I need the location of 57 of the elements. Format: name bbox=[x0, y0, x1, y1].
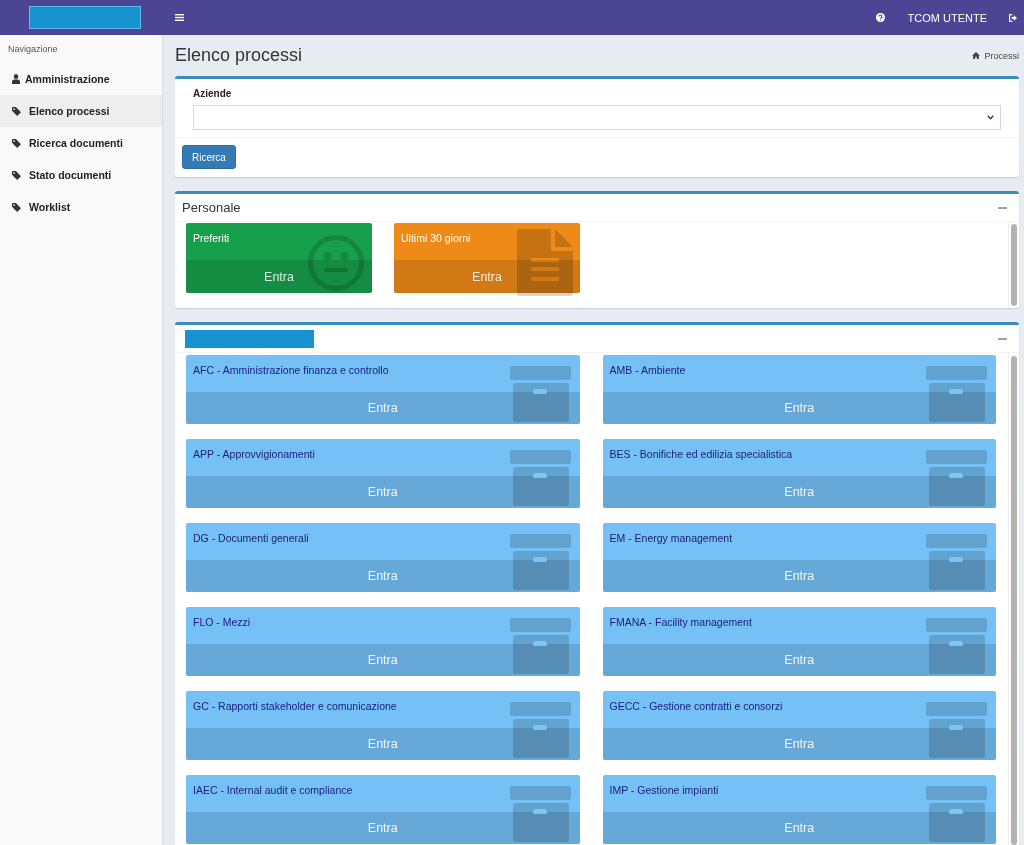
nav-heading: Navigazione bbox=[7, 43, 59, 56]
tile-title: IMP - Gestione impianti bbox=[608, 783, 720, 798]
user-name[interactable]: TCOM UTENTE bbox=[907, 11, 987, 24]
nav-item[interactable]: Elenco processi bbox=[0, 95, 162, 127]
tile-title: APP - Approvvigionamenti bbox=[192, 447, 316, 462]
panel-title: Personale bbox=[182, 200, 241, 215]
enter-link[interactable]: Entra bbox=[394, 260, 580, 293]
nav-item[interactable]: Stato documenti bbox=[0, 159, 162, 191]
chevron-down-icon bbox=[987, 115, 994, 120]
document-icon bbox=[517, 229, 573, 296]
tile-title: Ultimi 30 giorni bbox=[400, 231, 472, 246]
enter-link[interactable]: Entra bbox=[186, 812, 580, 844]
tile-title: IAEC - Internal audit e compliance bbox=[192, 783, 354, 798]
tile-title: AFC - Amministrazione finanza e controllo bbox=[192, 363, 390, 378]
user-icon bbox=[12, 74, 20, 84]
enter-link[interactable]: Entra bbox=[602, 728, 996, 760]
page-title: Elenco processi bbox=[175, 45, 303, 66]
enter-link[interactable]: Entra bbox=[186, 392, 580, 424]
tile-title: EM - Energy management bbox=[608, 531, 734, 546]
enter-link[interactable]: Entra bbox=[186, 728, 580, 760]
neutral-face-icon bbox=[308, 235, 364, 291]
minus-icon[interactable] bbox=[998, 206, 1007, 209]
tile-title: FLO - Mezzi bbox=[192, 615, 252, 630]
home-icon bbox=[972, 52, 981, 59]
tile-title: FMANA - Facility management bbox=[608, 615, 753, 630]
tile-title: BES - Bonifiche ed edilizia specialistica bbox=[608, 447, 794, 462]
nav-item[interactable]: Amministrazione bbox=[0, 63, 162, 95]
field-label: Aziende bbox=[193, 87, 233, 101]
tile-title: AMB - Ambiente bbox=[608, 363, 687, 378]
tag-icon bbox=[12, 202, 21, 212]
enter-link[interactable]: Entra bbox=[186, 644, 580, 676]
nav-item[interactable]: Ricerca documenti bbox=[0, 127, 162, 159]
tag-icon bbox=[12, 106, 21, 116]
tile-title: GC - Rapporti stakeholder e comunicazione bbox=[192, 699, 398, 714]
search-button[interactable]: Ricerca bbox=[182, 145, 236, 169]
enter-link[interactable]: Entra bbox=[186, 560, 580, 592]
tile-title: GECC - Gestione contratti e consorzi bbox=[608, 699, 784, 714]
tag-icon bbox=[12, 170, 21, 180]
enter-link[interactable]: Entra bbox=[602, 812, 996, 844]
company-select[interactable] bbox=[193, 105, 1001, 130]
enter-link[interactable]: Entra bbox=[602, 392, 996, 424]
nav-item[interactable]: Worklist bbox=[0, 191, 162, 223]
scrollbar-thumb[interactable] bbox=[1011, 224, 1017, 306]
breadcrumb-link[interactable]: Processi bbox=[972, 50, 1019, 61]
enter-link[interactable]: Entra bbox=[602, 476, 996, 508]
scrollbar-thumb[interactable] bbox=[1011, 356, 1017, 845]
menu-icon[interactable] bbox=[175, 14, 184, 21]
logout-icon[interactable] bbox=[1009, 13, 1017, 22]
enter-link[interactable]: Entra bbox=[186, 476, 580, 508]
minus-icon[interactable] bbox=[998, 337, 1007, 340]
tile-title: Preferiti bbox=[192, 231, 231, 246]
enter-link[interactable]: Entra bbox=[186, 260, 372, 293]
help-icon[interactable] bbox=[875, 13, 885, 22]
enter-link[interactable]: Entra bbox=[602, 560, 996, 592]
tag-icon bbox=[12, 138, 21, 148]
enter-link[interactable]: Entra bbox=[602, 644, 996, 676]
tile-title: DG - Documenti generali bbox=[192, 531, 310, 546]
